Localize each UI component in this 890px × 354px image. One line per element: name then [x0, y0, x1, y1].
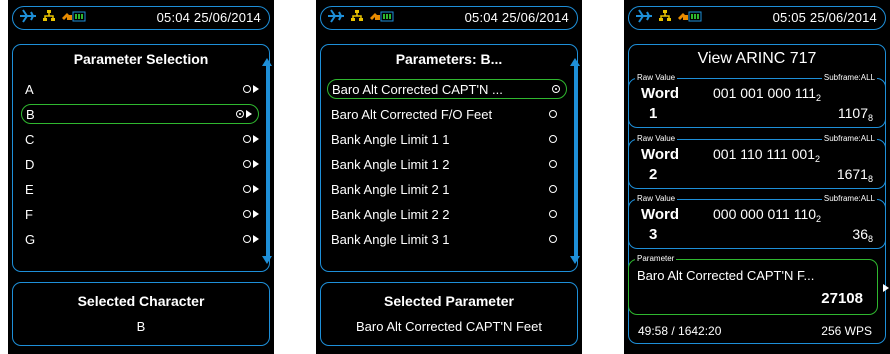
list-item-param-7[interactable]: Bank Angle Limit 3 1 [331, 229, 557, 249]
radio-selected-icon [236, 110, 244, 118]
word-octal: 368 [852, 226, 873, 244]
radio-icon [243, 235, 251, 243]
battery-icon [369, 9, 395, 28]
radio-icon [243, 85, 251, 93]
selected-parameter-panel: Selected Parameter Baro Alt Corrected CA… [320, 282, 578, 346]
status-bar: 05:04 25/06/2014 [320, 6, 578, 30]
arrow-right-icon [253, 160, 259, 168]
selected-character-panel: Selected Character B [12, 282, 270, 346]
word-octal: 16718 [836, 166, 873, 184]
word-box-2: Raw Value Subframe:ALL Word 2 001 110 11… [628, 134, 886, 189]
word-box-1: Raw Value Subframe:ALL Word 1 001 001 00… [628, 73, 886, 128]
radio-selected-icon [552, 85, 560, 93]
arrow-right-icon[interactable] [883, 284, 889, 292]
arrow-right-icon [253, 235, 259, 243]
selected-character-title: Selected Character [77, 293, 205, 309]
list-item-param-4[interactable]: Bank Angle Limit 1 2 [331, 154, 557, 174]
arrow-right-icon [253, 85, 259, 93]
radio-icon [549, 160, 557, 168]
word-box-3: Raw Value Subframe:ALL Word 3 000 000 01… [628, 194, 886, 249]
word-index: 1 [649, 105, 658, 122]
raw-value-legend: Raw Value [635, 134, 678, 144]
list-title: Parameter Selection [73, 51, 209, 67]
list-item-e[interactable]: E [25, 179, 259, 199]
arrow-right-icon [246, 110, 252, 118]
word-binary: 001 001 000 1112 [713, 85, 822, 103]
word-label: Word [641, 206, 680, 223]
battery-icon [677, 9, 703, 28]
screen-view-arinc: 05:05 25/06/2014 View ARINC 717 Raw Valu… [624, 0, 890, 354]
scroll-down-arrow-icon[interactable] [570, 256, 580, 264]
screen-parameters-list: 05:04 25/06/2014 Parameters: B... Baro A… [316, 0, 582, 354]
list-item-d[interactable]: D [25, 154, 259, 174]
status-bar: 05:04 25/06/2014 [12, 6, 270, 30]
word-octal: 11078 [837, 105, 873, 123]
screen-parameter-selection: 05:04 25/06/2014 Parameter Selection A B… [8, 0, 274, 354]
status-time: 05:05 25/06/2014 [772, 10, 877, 25]
radio-icon [549, 135, 557, 143]
list-item-b[interactable]: B [21, 104, 259, 124]
word-index: 3 [649, 226, 658, 243]
airplane-icon [635, 8, 653, 28]
list-item-g[interactable]: G [25, 229, 259, 249]
word-index: 2 [649, 166, 658, 183]
list-title: Parameters: B... [395, 51, 503, 67]
parameter-value: 27108 [821, 290, 863, 307]
radio-icon [549, 110, 557, 118]
word-label: Word [641, 146, 680, 163]
list-item-a[interactable]: A [25, 79, 259, 99]
radio-icon [549, 185, 557, 193]
airplane-icon [19, 8, 37, 28]
subframe-legend: Subframe:ALL [821, 73, 877, 83]
parameter-box[interactable]: Parameter Baro Alt Corrected CAPT'N F...… [628, 254, 878, 315]
radio-icon [549, 235, 557, 243]
arrow-right-icon [253, 210, 259, 218]
status-bar: 05:05 25/06/2014 [628, 6, 886, 30]
raw-value-legend: Raw Value [635, 73, 678, 83]
network-icon [658, 9, 672, 28]
scroll-up-arrow-icon[interactable] [570, 58, 580, 66]
arrow-right-icon [253, 135, 259, 143]
subframe-legend: Subframe:ALL [821, 194, 877, 204]
list-item-param-1[interactable]: Baro Alt Corrected CAPT'N ... [327, 79, 567, 99]
words-per-second: 256 WPS [821, 324, 872, 338]
parameters-list-panel: Parameters: B... Baro Alt Corrected CAPT… [320, 44, 578, 272]
list-item-param-3[interactable]: Bank Angle Limit 1 1 [331, 129, 557, 149]
raw-value-legend: Raw Value [635, 194, 678, 204]
list-item-param-5[interactable]: Bank Angle Limit 2 1 [331, 179, 557, 199]
subframe-legend: Subframe:ALL [821, 134, 877, 144]
network-icon [350, 9, 364, 28]
radio-icon [549, 210, 557, 218]
radio-icon [243, 210, 251, 218]
status-time: 05:04 25/06/2014 [156, 10, 261, 25]
selected-character-value: B [136, 319, 146, 334]
scroll-up-arrow-icon[interactable] [262, 58, 272, 66]
word-binary: 000 000 011 1102 [713, 206, 822, 224]
list-item-f[interactable]: F [25, 204, 259, 224]
parameter-name: Baro Alt Corrected CAPT'N F... [637, 268, 815, 283]
status-time: 05:04 25/06/2014 [464, 10, 569, 25]
airplane-icon [327, 8, 345, 28]
parameter-legend: Parameter [635, 254, 677, 264]
network-icon [42, 9, 56, 28]
word-label: Word [641, 85, 680, 102]
scrollbar[interactable] [574, 66, 577, 256]
parameter-list-panel: Parameter Selection A B C D E F G [12, 44, 270, 272]
word-binary: 001 110 111 0012 [713, 146, 821, 164]
list-item-param-6[interactable]: Bank Angle Limit 2 2 [331, 204, 557, 224]
scroll-down-arrow-icon[interactable] [262, 256, 272, 264]
radio-icon [243, 160, 251, 168]
radio-icon [243, 135, 251, 143]
scrollbar[interactable] [266, 66, 269, 256]
list-item-param-2[interactable]: Baro Alt Corrected F/O Feet [331, 104, 557, 124]
elapsed-time: 49:58 / 1642:20 [638, 324, 722, 338]
battery-icon [61, 9, 87, 28]
selected-parameter-value: Baro Alt Corrected CAPT'N Feet [356, 319, 542, 334]
selected-parameter-title: Selected Parameter [384, 293, 514, 309]
radio-icon [243, 185, 251, 193]
arrow-right-icon [253, 185, 259, 193]
list-item-c[interactable]: C [25, 129, 259, 149]
